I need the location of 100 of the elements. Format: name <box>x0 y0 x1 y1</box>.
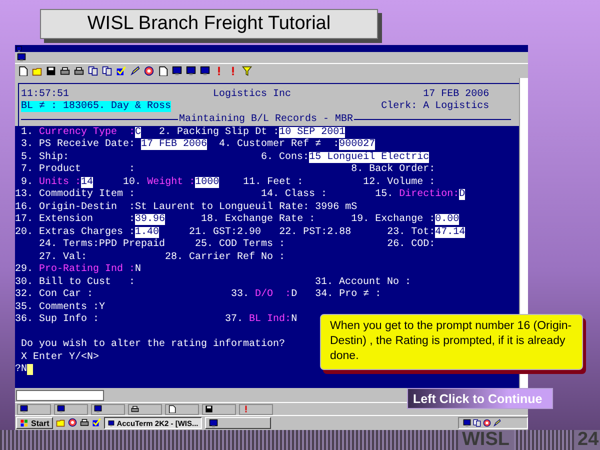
field-label: 36. Sup Info : <box>15 314 100 326</box>
pencil-icon[interactable] <box>130 66 140 76</box>
copy-icon[interactable] <box>473 419 481 427</box>
copy-icon[interactable] <box>88 66 98 76</box>
field-label: Rate: 3996 mS <box>279 202 358 213</box>
field-label: 30. Bill to Cust : <box>15 276 136 288</box>
disc-icon[interactable] <box>68 418 78 426</box>
field-label: 18. Exchange Rate : <box>201 214 316 226</box>
field-label: 14. Class : <box>261 189 328 200</box>
taskbar-button[interactable] <box>205 417 272 429</box>
field-label: 10. <box>123 176 142 188</box>
header-text: 11:57:51 <box>21 88 70 100</box>
folder-icon[interactable] <box>32 66 42 76</box>
field-value: 17 FEB 2006 <box>141 139 208 150</box>
field-label: D/O : <box>255 289 292 300</box>
field-label: 19. Exchange : <box>351 214 436 226</box>
field-label: St Laurent to Longueuil <box>135 202 274 213</box>
field-label: 7. Product : <box>21 164 136 176</box>
field-value: 47.14 <box>435 226 466 238</box>
field-label: 23. Tot: <box>387 226 436 238</box>
field-value: 39.96 <box>135 214 166 226</box>
field-label: 16. Origin-Destin : <box>15 202 136 213</box>
header-text: 17 FEB 2006 <box>423 88 490 100</box>
field-label: 31. Account No : <box>315 276 412 288</box>
field-label: 15. <box>375 189 394 200</box>
field-label: Currency Type : <box>39 126 136 138</box>
prompt-text: X Enter Y/<N> <box>21 352 100 363</box>
monitor-icon[interactable] <box>94 405 102 413</box>
monitor-icon[interactable] <box>17 53 26 62</box>
cursor <box>27 364 34 376</box>
windows-flag-icon[interactable] <box>20 418 29 428</box>
monitor-icon[interactable] <box>463 419 471 427</box>
pencil-icon[interactable] <box>493 419 501 427</box>
monitor-icon[interactable] <box>200 66 210 76</box>
field-label: Direction: <box>399 189 460 200</box>
prompt-text: Do you wish to alter the rating information? <box>21 339 286 350</box>
field-label: 20. Extras Charges : <box>15 226 136 238</box>
field-value: 1000 <box>195 176 220 188</box>
checkmark-icon[interactable] <box>116 66 126 76</box>
monitor-icon[interactable] <box>186 66 196 76</box>
field-label: 28. Carrier Ref No : <box>165 252 286 263</box>
field-value: D <box>459 189 466 200</box>
field-value: 900027 <box>339 139 376 150</box>
printer-icon[interactable] <box>74 66 84 76</box>
input-field[interactable] <box>16 390 104 400</box>
document-icon[interactable] <box>168 405 176 413</box>
monitor-icon[interactable] <box>20 405 28 413</box>
monitor-icon[interactable] <box>172 66 182 76</box>
checkmark-icon[interactable] <box>92 418 102 426</box>
field-label: 3. PS Receive Date: <box>21 139 136 150</box>
footer-label: WISL <box>458 430 514 450</box>
field-label: 35. Comments :Y <box>15 302 106 313</box>
field-value: 14 <box>81 176 94 188</box>
field-label: 2. Packing Slip Dt : <box>159 126 280 138</box>
screen-title: Maintaining B/L Records - MBR <box>178 114 354 125</box>
field-label: 27. Val: <box>39 252 88 263</box>
header-text: Logistics Inc <box>213 88 292 100</box>
field-label: 32. Con Car : <box>15 289 94 300</box>
printer-icon[interactable] <box>60 66 70 76</box>
monitor-icon[interactable] <box>209 418 218 428</box>
page-number: 24 <box>574 430 600 450</box>
field-label: 29. <box>15 264 34 276</box>
field-label: 26. COD: <box>387 239 436 250</box>
field-value: 1.40 <box>135 226 160 238</box>
funnel-icon[interactable] <box>242 66 252 76</box>
field-label: 8. Back Order: <box>351 164 436 176</box>
folder-icon[interactable] <box>56 418 66 426</box>
copy-icon[interactable] <box>102 66 112 76</box>
monitor-icon[interactable] <box>57 405 65 413</box>
field-label: 37. <box>225 314 244 326</box>
field-label: Pro-Rating Ind : <box>39 264 136 276</box>
document-icon[interactable] <box>18 66 28 76</box>
continue-button[interactable]: Left Click to Continue <box>407 388 553 409</box>
field-label: 5. Ship: <box>21 152 70 163</box>
field-label: Units : <box>39 176 82 188</box>
field-label: N <box>291 314 298 326</box>
field-label: BL Ind: <box>249 314 292 326</box>
field-label: 17. Extension : <box>15 214 136 226</box>
document-icon[interactable] <box>158 66 168 76</box>
field-label: 21. GST:2.90 <box>189 226 262 238</box>
field-label: 33. <box>231 289 250 300</box>
field-label: 34. Pro ≠ : <box>315 289 382 300</box>
field-label: 25. COD Terms : <box>195 239 286 250</box>
printer-icon[interactable] <box>80 418 90 426</box>
header-text: Clerk: A Logistics <box>381 101 490 112</box>
monitor-icon[interactable] <box>108 418 115 428</box>
field-value: 15 Longueil Electric <box>309 152 430 163</box>
field-value: C <box>135 126 142 138</box>
disc-icon[interactable] <box>144 66 154 76</box>
field-label: D <box>291 289 298 300</box>
prompt-text: ?N <box>15 364 28 376</box>
printer-icon[interactable] <box>131 405 139 413</box>
start-button[interactable]: Start <box>16 417 54 429</box>
record-label: BL ≠ : 183065. Day & Ross <box>21 101 172 112</box>
field-label: 24. Terms:PPD Prepaid <box>39 239 166 250</box>
field-label: Weight : <box>147 176 196 188</box>
field-label: 13. Commodity Item : <box>15 189 136 200</box>
field-label: 12. Volume : <box>363 176 436 188</box>
field-label: N <box>135 264 142 276</box>
disc-icon[interactable] <box>483 419 491 427</box>
